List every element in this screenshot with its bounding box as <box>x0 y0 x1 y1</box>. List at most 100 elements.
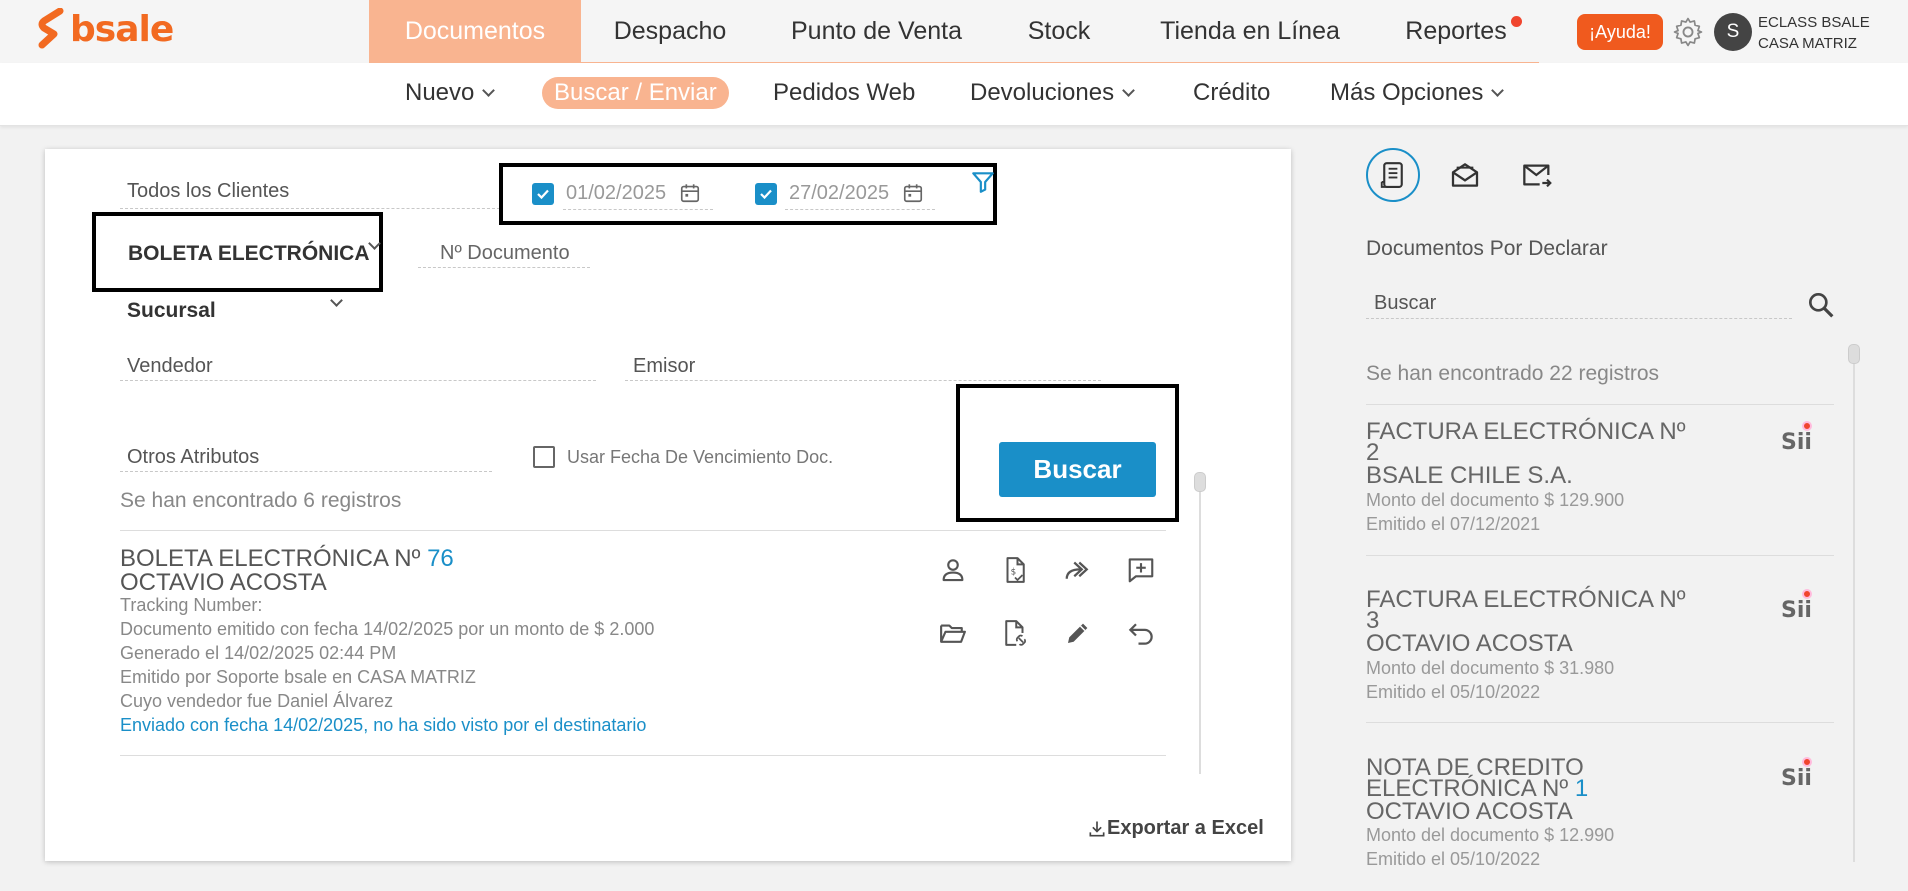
date-to-checkbox[interactable] <box>755 183 777 205</box>
result-issuer-info: Emitido por Soporte bsale en CASA MATRIZ <box>120 667 476 687</box>
side-item-amount: Monto del documento $ 31.980 <box>1366 658 1615 678</box>
result-generated-info: Generado el 14/02/2025 02:44 PM <box>120 643 397 663</box>
side-item-client: OCTAVIO ACOSTA <box>1366 630 1573 657</box>
nav-item-documentos[interactable]: Documentos <box>369 0 581 63</box>
main-nav: Documentos Despacho Punto de Venta Stock… <box>369 0 1536 63</box>
side-search-underline <box>1366 318 1792 319</box>
calendar-icon[interactable] <box>679 182 701 204</box>
side-scrollbar[interactable] <box>1853 352 1855 862</box>
otros-atributos-input[interactable]: Otros Atributos <box>127 446 259 469</box>
vendedor-input[interactable]: Vendedor <box>127 355 213 378</box>
sucursal-select[interactable]: Sucursal <box>127 299 216 323</box>
usar-fecha-checkbox[interactable] <box>533 446 555 468</box>
search-panel: Todos los Clientes 01/02/2025 27/02/2025… <box>45 149 1291 861</box>
sii-badge[interactable]: Sii <box>1781 430 1812 455</box>
sii-status-dot <box>1802 589 1812 599</box>
side-scroll-thumb[interactable] <box>1848 344 1860 364</box>
file-link-icon[interactable] <box>1000 618 1030 648</box>
chevron-down-icon[interactable] <box>330 294 343 307</box>
subnav-item-nuevo[interactable]: Nuevo <box>405 77 496 109</box>
subnav-item-credito[interactable]: Crédito <box>1193 77 1270 109</box>
filter-icon[interactable] <box>970 169 996 195</box>
export-excel-button[interactable]: Exportar a Excel <box>1087 817 1264 840</box>
invoice-icon[interactable]: $ <box>1000 555 1030 585</box>
brand-logo[interactable]: bsale <box>38 8 174 50</box>
subnav-item-devoluciones[interactable]: Devoluciones <box>970 77 1135 109</box>
chevron-down-icon <box>1491 83 1505 97</box>
subnav-item-buscar-enviar[interactable]: Buscar / Enviar <box>542 77 729 109</box>
date-from-checkbox[interactable] <box>532 183 554 205</box>
folder-open-icon[interactable] <box>938 618 968 648</box>
sub-nav: Nuevo Buscar / Enviar Pedidos Web Devolu… <box>0 63 1908 126</box>
side-item-title-line2: ELECTRÓNICA Nº 1 <box>1366 775 1589 802</box>
usar-fecha-label: Usar Fecha De Vencimiento Doc. <box>567 447 834 467</box>
side-item-amount: Monto del documento $ 12.990 <box>1366 825 1615 845</box>
search-icon[interactable] <box>1805 289 1837 321</box>
date-to-input[interactable]: 27/02/2025 <box>789 182 889 205</box>
forward-icon[interactable] <box>1063 555 1093 585</box>
bsale-logo-icon <box>38 8 64 49</box>
calendar-icon[interactable] <box>902 182 924 204</box>
side-item-issued: Emitido el 05/10/2022 <box>1366 849 1541 865</box>
top-bar: bsale Documentos Despacho Punto de Venta… <box>0 0 1908 64</box>
nav-item-tienda-en-linea[interactable]: Tienda en Línea <box>1124 0 1376 63</box>
company-name: ECLASS BSALE <box>1758 14 1870 31</box>
check-icon <box>760 189 772 200</box>
vendedor-underline <box>120 380 596 381</box>
result-doc-number[interactable]: 76 <box>427 545 454 572</box>
search-button[interactable]: Buscar <box>999 442 1156 497</box>
tab-received[interactable] <box>1438 148 1492 202</box>
date-from-input[interactable]: 01/02/2025 <box>566 182 666 205</box>
user-icon[interactable] <box>938 555 968 585</box>
side-item-number[interactable]: 3 <box>1366 609 1379 633</box>
clientes-underline <box>120 208 500 209</box>
result-seller-info: Cuyo vendedor fue Daniel Álvarez <box>120 691 394 711</box>
side-item-amount: Monto del documento $ 129.900 <box>1366 490 1625 510</box>
results-count: Se han encontrado 6 registros <box>120 489 402 512</box>
date-from-underline <box>563 209 713 210</box>
result-tracking: Tracking Number: <box>120 595 263 615</box>
tab-documents[interactable] <box>1366 148 1420 202</box>
nav-item-punto-de-venta[interactable]: Punto de Venta <box>759 0 994 63</box>
side-search-input[interactable]: Buscar <box>1374 292 1436 315</box>
side-item-title[interactable]: FACTURA ELECTRÓNICA Nº <box>1366 420 1686 444</box>
company-info[interactable]: ECLASS BSALE CASA MATRIZ <box>1758 12 1870 54</box>
side-item-divider <box>1366 722 1834 723</box>
result-emission-info: Documento emitido con fecha 14/02/2025 p… <box>120 619 655 639</box>
results-scroll-thumb[interactable] <box>1194 472 1206 492</box>
result-doc-title[interactable]: BOLETA ELECTRÓNICA Nº 76 <box>120 547 454 571</box>
doc-number-input[interactable]: Nº Documento <box>440 242 570 265</box>
mail-open-icon <box>1451 163 1479 187</box>
gear-icon[interactable] <box>1671 15 1705 49</box>
pencil-icon[interactable] <box>1063 618 1093 648</box>
side-item-number[interactable]: 2 <box>1366 441 1379 465</box>
subnav-item-mas-opciones[interactable]: Más Opciones <box>1330 77 1505 109</box>
nav-item-reportes[interactable]: Reportes <box>1376 0 1536 63</box>
nav-item-stock[interactable]: Stock <box>994 0 1124 63</box>
avatar[interactable]: S <box>1714 13 1752 51</box>
brand-name: bsale <box>70 8 174 50</box>
tab-sent[interactable] <box>1510 148 1564 202</box>
side-item[interactable]: NOTA DE CRÉDITO ELECTRÓNICA Nº 1 OCTAVIO… <box>1366 757 1806 865</box>
help-button[interactable]: ¡Ayuda! <box>1577 14 1663 50</box>
sii-badge[interactable]: Sii <box>1781 766 1812 791</box>
nav-item-despacho[interactable]: Despacho <box>581 0 759 63</box>
emisor-input[interactable]: Emisor <box>633 355 695 378</box>
results-scrollbar[interactable] <box>1199 474 1201 774</box>
result-sent-status[interactable]: Enviado con fecha 14/02/2025, no ha sido… <box>120 715 646 736</box>
side-item-number[interactable]: 1 <box>1575 775 1588 802</box>
subnav-item-pedidos-web[interactable]: Pedidos Web <box>773 77 915 109</box>
clientes-input[interactable]: Todos los Clientes <box>127 180 289 203</box>
side-item-issued: Emitido el 07/12/2021 <box>1366 514 1541 534</box>
doc-type-select[interactable]: BOLETA ELECTRÓNICA <box>128 242 370 266</box>
add-comment-icon[interactable] <box>1126 555 1156 585</box>
side-item-issued: Emitido el 05/10/2022 <box>1366 682 1541 702</box>
sii-status-dot <box>1802 421 1812 431</box>
mail-send-icon <box>1523 164 1552 188</box>
sii-status-dot <box>1802 757 1812 767</box>
side-panel-title: Documentos Por Declarar <box>1366 237 1608 260</box>
sii-badge[interactable]: Sii <box>1781 598 1812 623</box>
side-item-client: OCTAVIO ACOSTA <box>1366 798 1573 825</box>
side-item-title[interactable]: FACTURA ELECTRÓNICA Nº <box>1366 588 1686 612</box>
undo-icon[interactable] <box>1126 618 1156 648</box>
